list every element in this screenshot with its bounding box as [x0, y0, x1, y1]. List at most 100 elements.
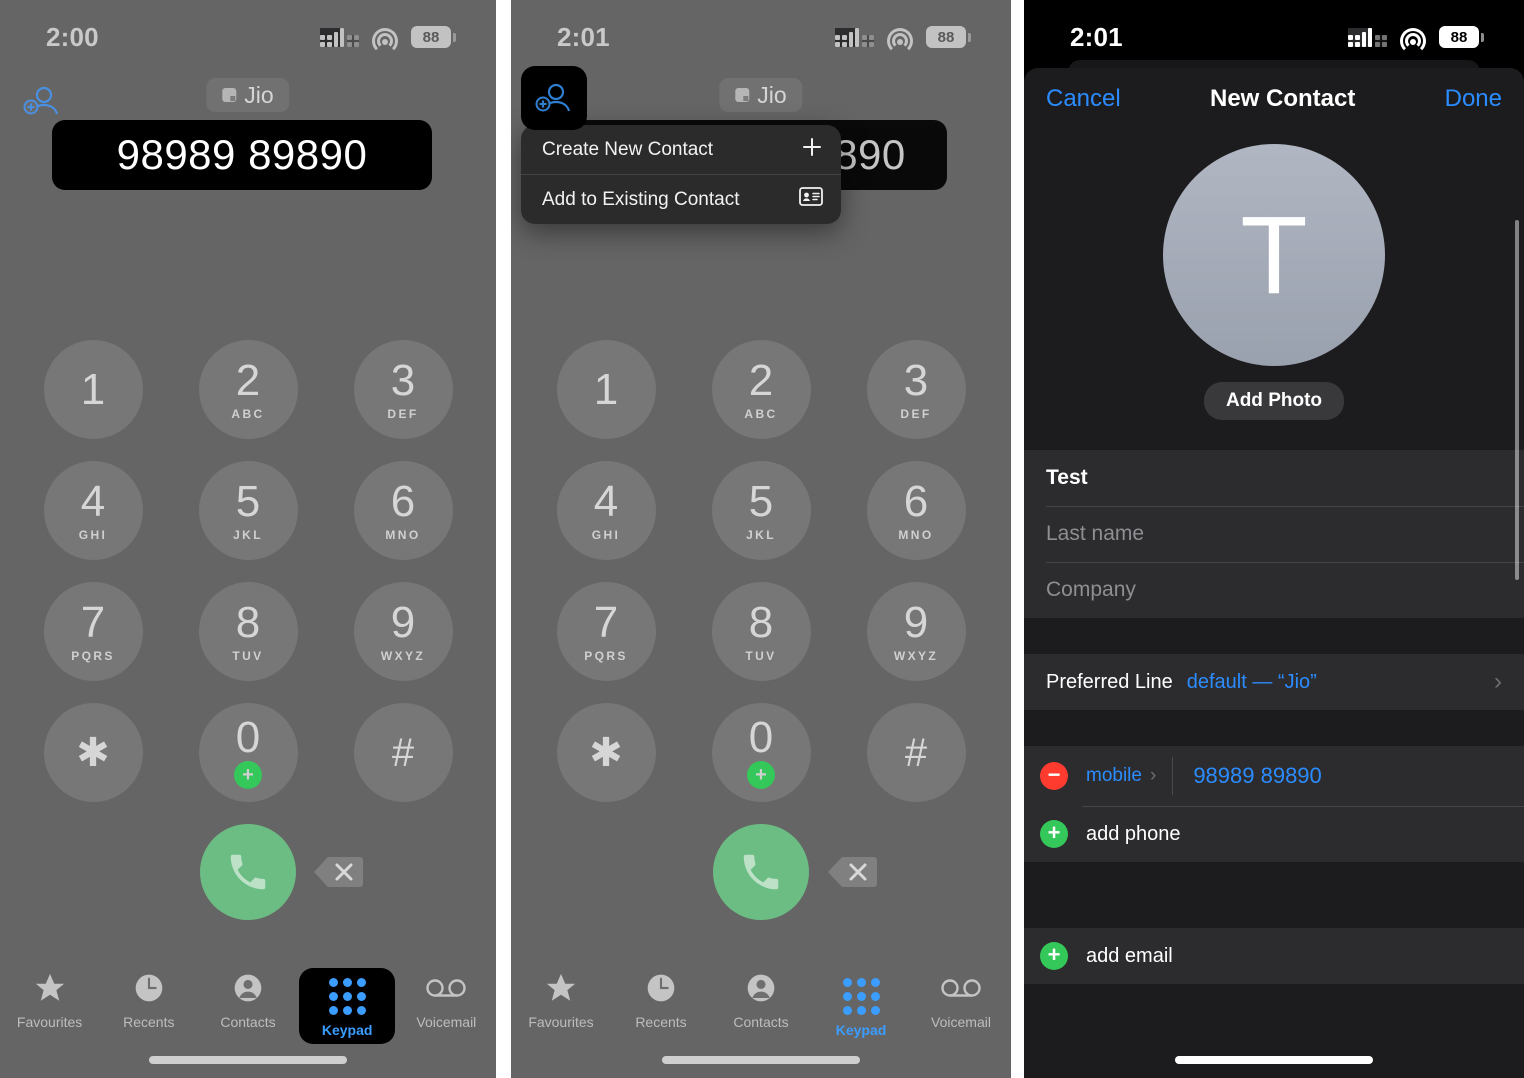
key-asterisk[interactable]: ✱: [43, 703, 143, 802]
key-4[interactable]: 4 GHI: [556, 461, 656, 560]
tab-keypad[interactable]: Keypad: [813, 968, 909, 1044]
avatar[interactable]: T: [1163, 144, 1385, 366]
key-1[interactable]: 1: [43, 340, 143, 439]
add-contact-icon-highlighted[interactable]: [521, 66, 587, 130]
plus-icon: [801, 136, 823, 164]
vertical-scrollbar[interactable]: [1515, 220, 1519, 580]
key-0[interactable]: 0 +: [711, 703, 811, 802]
key-digit: ✱: [589, 730, 623, 775]
key-digit: 3: [390, 355, 416, 405]
section-gap: [1024, 862, 1524, 928]
key-2[interactable]: 2 ABC: [198, 340, 298, 439]
tab-voicemail[interactable]: Voicemail: [913, 968, 1009, 1030]
battery-level: 88: [411, 26, 451, 48]
tab-keypad[interactable]: Keypad: [299, 968, 396, 1044]
status-bar: 2:01 88: [511, 0, 1011, 74]
plus-circle-icon[interactable]: +: [1040, 942, 1068, 970]
key-5[interactable]: 5 JKL: [198, 461, 298, 560]
avatar-section: T Add Photo: [1024, 130, 1524, 420]
key-digit: 3: [903, 355, 929, 405]
tab-recents[interactable]: Recents: [101, 968, 197, 1030]
preferred-line-row[interactable]: Preferred Line default — “Jio” ›: [1024, 654, 1524, 710]
wifi-icon: [887, 27, 913, 54]
last-name-field[interactable]: Last name: [1024, 506, 1524, 562]
phone-entry-row[interactable]: − mobile › 98989 89890: [1024, 746, 1524, 806]
key-8[interactable]: 8 TUV: [198, 582, 298, 681]
key-5[interactable]: 5 JKL: [711, 461, 811, 560]
status-indicators: 88: [320, 26, 456, 54]
first-name-field[interactable]: Test: [1024, 450, 1524, 506]
key-digit: #: [904, 730, 928, 775]
key-6[interactable]: 6 MNO: [866, 461, 966, 560]
status-indicators: 88: [835, 26, 971, 54]
delete-button[interactable]: [310, 853, 366, 891]
key-3[interactable]: 3 DEF: [866, 340, 966, 439]
key-letters: JKL: [746, 527, 776, 542]
key-9[interactable]: 9 WXYZ: [353, 582, 453, 681]
add-email-row[interactable]: + add email: [1024, 928, 1524, 984]
key-hash[interactable]: #: [353, 703, 453, 802]
key-digit: 2: [235, 355, 261, 405]
key-2[interactable]: 2 ABC: [711, 340, 811, 439]
key-9[interactable]: 9 WXYZ: [866, 582, 966, 681]
minus-circle-icon[interactable]: −: [1040, 762, 1068, 790]
dialed-number-display[interactable]: 98989 89890: [52, 120, 432, 190]
new-contact-sheet: Cancel New Contact Done T Add Photo Test…: [1024, 68, 1524, 1078]
tab-label: Recents: [635, 1014, 687, 1030]
add-photo-button[interactable]: Add Photo: [1203, 382, 1345, 420]
battery-icon: 88: [411, 26, 456, 48]
key-7[interactable]: 7 PQRS: [43, 582, 143, 681]
voicemail-icon: [941, 968, 981, 1008]
tab-label: Voicemail: [416, 1014, 477, 1030]
tab-recents[interactable]: Recents: [613, 968, 709, 1030]
key-digit: 4: [80, 476, 106, 526]
tab-favourites[interactable]: Favourites: [513, 968, 609, 1030]
key-digit: 8: [748, 597, 774, 647]
key-6[interactable]: 6 MNO: [353, 461, 453, 560]
company-field[interactable]: Company: [1024, 562, 1524, 618]
tab-contacts[interactable]: Contacts: [713, 968, 809, 1030]
done-button[interactable]: Done: [1445, 85, 1502, 113]
page-title: New Contact: [1209, 85, 1356, 112]
menu-item-add-to-existing-contact[interactable]: Add to Existing Contact: [521, 175, 841, 224]
sim-card-icon: [222, 88, 237, 102]
person-circle-icon: [745, 968, 777, 1008]
dialer-actions: [0, 824, 496, 920]
add-contact-icon[interactable]: [22, 84, 62, 118]
tab-favourites[interactable]: Favourites: [2, 968, 98, 1030]
tab-contacts[interactable]: Contacts: [200, 968, 296, 1030]
key-letters: PQRS: [584, 648, 628, 663]
delete-button[interactable]: [824, 853, 880, 891]
key-digit: 7: [80, 597, 106, 647]
key-hash[interactable]: #: [866, 703, 966, 802]
status-time: 2:01: [1070, 21, 1123, 52]
menu-item-create-new-contact[interactable]: Create New Contact: [521, 125, 841, 174]
key-0[interactable]: 0 +: [198, 703, 298, 802]
sim-line-badge[interactable]: Jio: [206, 78, 290, 112]
key-digit: 8: [235, 597, 261, 647]
key-digit: 6: [903, 476, 929, 526]
key-4[interactable]: 4 GHI: [43, 461, 143, 560]
sim-card-icon: [735, 88, 750, 102]
clock-icon: [133, 968, 165, 1008]
chevron-right-icon: ›: [1149, 765, 1157, 786]
plus-circle-icon[interactable]: +: [1040, 820, 1068, 848]
add-phone-row[interactable]: + add phone: [1024, 806, 1524, 862]
key-1[interactable]: 1: [556, 340, 656, 439]
key-7[interactable]: 7 PQRS: [556, 582, 656, 681]
key-letters: GHI: [591, 527, 621, 542]
phone-number-value[interactable]: 98989 89890: [1193, 763, 1321, 789]
tab-voicemail[interactable]: Voicemail: [398, 968, 494, 1030]
call-button[interactable]: [713, 824, 809, 920]
phone-type-label[interactable]: mobile: [1086, 765, 1142, 787]
section-gap: [1024, 618, 1524, 654]
key-8[interactable]: 8 TUV: [711, 582, 811, 681]
home-indicator: [149, 1056, 347, 1064]
sim-line-badge[interactable]: Jio: [719, 78, 803, 112]
call-button[interactable]: [200, 824, 296, 920]
key-3[interactable]: 3 DEF: [353, 340, 453, 439]
cancel-button[interactable]: Cancel: [1046, 85, 1121, 113]
keypad: 1 2 ABC 3 DEF 4 GHI 5 JKL 6 MNO 7 PQRS 8 TUV 9W…: [0, 340, 496, 920]
key-asterisk[interactable]: ✱: [556, 703, 656, 802]
